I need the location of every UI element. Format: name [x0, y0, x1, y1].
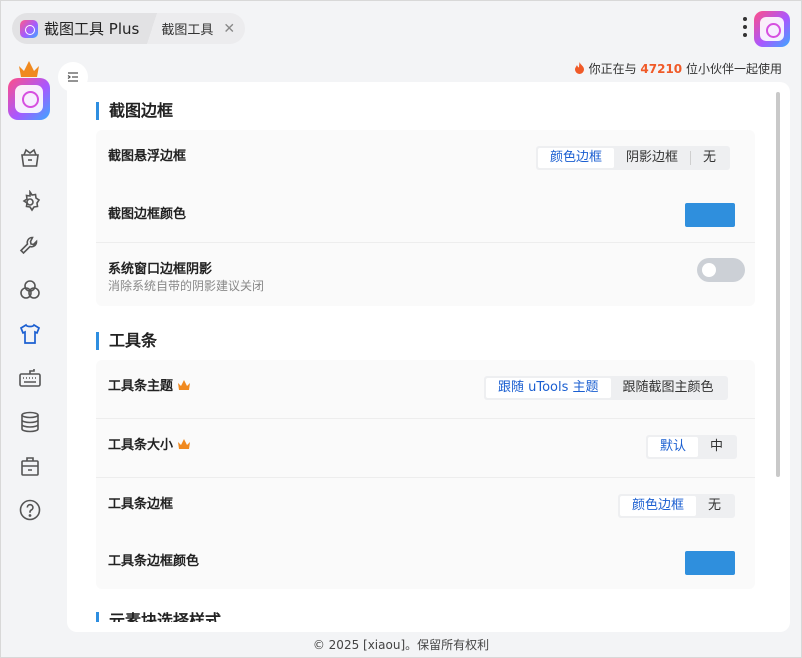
- sidebar-item-storage[interactable]: [12, 400, 48, 444]
- crown-icon: [19, 61, 39, 77]
- toolbar-border-selector: 颜色边框 无: [618, 494, 736, 518]
- tab-bar: 截图工具 Plus 截图工具 ✕: [12, 13, 246, 44]
- scrollbar[interactable]: [776, 92, 780, 477]
- setting-row-floating-border: 截图悬浮边框 颜色边框 阴影边框 无: [96, 130, 755, 186]
- toolbar-theme-text: 工具条主题: [108, 379, 174, 394]
- crown-icon: [178, 439, 191, 449]
- close-icon[interactable]: ✕: [223, 21, 235, 37]
- setting-row-toolbar-theme: 工具条主题 跟随 uTools 主题 跟随截图主颜色: [96, 360, 755, 418]
- setting-row-window-shadow: 系统窗口边框阴影 消除系统自带的阴影建议关闭: [96, 243, 755, 306]
- floating-border-selector: 颜色边框 阴影边框 无: [536, 146, 731, 170]
- window-shadow-toggle[interactable]: [697, 258, 745, 282]
- users-suffix: 位小伙伴一起使用: [685, 62, 782, 76]
- border-color-label: 截图边框颜色: [108, 207, 187, 222]
- toolbar-size-label: 工具条大小: [108, 434, 191, 453]
- toolbar-border-option-none[interactable]: 无: [696, 496, 733, 516]
- border-settings-card: 截图悬浮边框 颜色边框 阴影边框 无 截图边框颜色 系统窗口边框阴影 消除系统自…: [96, 130, 755, 306]
- users-count: 47210: [640, 62, 683, 76]
- toolbar-theme-option-utools[interactable]: 跟随 uTools 主题: [486, 378, 611, 398]
- section-title-element-select: 元素块选择样式: [96, 612, 221, 622]
- user-count-banner: 你正在与 47210 位小伙伴一起使用: [574, 60, 782, 77]
- footer-copyright: © 2025 [xiaou]。保留所有权利: [312, 638, 490, 652]
- sidebar-logo-icon[interactable]: [8, 78, 50, 120]
- store-icon: [21, 457, 39, 476]
- sidebar-nav: [12, 136, 48, 532]
- sidebar-item-store[interactable]: [12, 444, 48, 488]
- sidebar-item-settings[interactable]: [12, 180, 48, 224]
- users-prefix: 你正在与: [588, 62, 637, 76]
- plugin-logo-icon[interactable]: [754, 11, 790, 47]
- tab-sub-label: 截图工具: [161, 23, 214, 38]
- window-shadow-label: 系统窗口边框阴影: [108, 262, 213, 277]
- gear-icon: [22, 190, 41, 212]
- circles-icon: [20, 280, 40, 299]
- toolbar-border-label: 工具条边框: [108, 497, 174, 512]
- app-logo-icon: [20, 19, 38, 38]
- toolbar-size-option-default[interactable]: 默认: [648, 437, 699, 457]
- toolbar-theme-label: 工具条主题: [108, 375, 191, 394]
- more-menu-icon[interactable]: [743, 17, 747, 37]
- section-title-toolbar: 工具条: [96, 332, 157, 350]
- database-icon: [21, 411, 39, 433]
- shirt-icon: [19, 323, 41, 344]
- tab-separator: [147, 13, 158, 44]
- window-shadow-description: 消除系统自带的阴影建议关闭: [108, 279, 265, 293]
- setting-row-toolbar-size: 工具条大小 默认 中: [96, 419, 755, 477]
- toolbar-size-selector: 默认 中: [646, 435, 738, 459]
- toolbar-border-color-swatch[interactable]: [685, 551, 735, 575]
- setting-row-toolbar-border-color: 工具条边框颜色: [96, 534, 755, 589]
- sidebar-item-package[interactable]: [12, 136, 48, 180]
- keyboard-icon: [19, 369, 41, 387]
- floating-border-option-shadow[interactable]: 阴影边框: [614, 148, 690, 168]
- sidebar-item-colors[interactable]: [12, 268, 48, 312]
- sidebar-item-help[interactable]: [12, 488, 48, 532]
- setting-row-border-color: 截图边框颜色: [96, 186, 755, 242]
- floating-border-option-none[interactable]: 无: [691, 148, 728, 168]
- fire-icon: [574, 62, 589, 76]
- crown-icon: [178, 380, 191, 390]
- sidebar-item-shortcuts[interactable]: [12, 356, 48, 400]
- toolbar-settings-card: 工具条主题 跟随 uTools 主题 跟随截图主颜色 工具条大小 默认 中 工具…: [96, 360, 755, 589]
- collapse-icon: [67, 72, 78, 82]
- toolbar-border-color-label: 工具条边框颜色: [108, 554, 200, 569]
- floating-border-option-color[interactable]: 颜色边框: [538, 148, 615, 168]
- toolbar-theme-option-screenshot[interactable]: 跟随截图主颜色: [611, 378, 726, 398]
- sidebar-item-tools[interactable]: [12, 224, 48, 268]
- wrench-icon: [19, 236, 38, 255]
- toolbar-theme-selector: 跟随 uTools 主题 跟随截图主颜色: [484, 376, 728, 400]
- section-title-clip: 元素块选择样式: [96, 610, 755, 622]
- tab-sub[interactable]: 截图工具 ✕: [157, 13, 246, 44]
- border-color-swatch[interactable]: [685, 203, 735, 227]
- help-icon: [19, 499, 41, 521]
- setting-row-toolbar-border: 工具条边框 颜色边框 无: [96, 478, 755, 534]
- sidebar-item-theme[interactable]: [12, 312, 48, 356]
- tab-main-label: 截图工具 Plus: [44, 20, 140, 38]
- toolbar-size-text: 工具条大小: [108, 438, 174, 453]
- section-title-border: 截图边框: [96, 102, 173, 120]
- tab-main[interactable]: 截图工具 Plus: [12, 13, 148, 44]
- package-icon: [21, 148, 39, 167]
- toolbar-border-option-color[interactable]: 颜色边框: [620, 496, 697, 516]
- floating-border-label: 截图悬浮边框: [108, 149, 187, 164]
- toolbar-size-option-medium[interactable]: 中: [698, 437, 735, 457]
